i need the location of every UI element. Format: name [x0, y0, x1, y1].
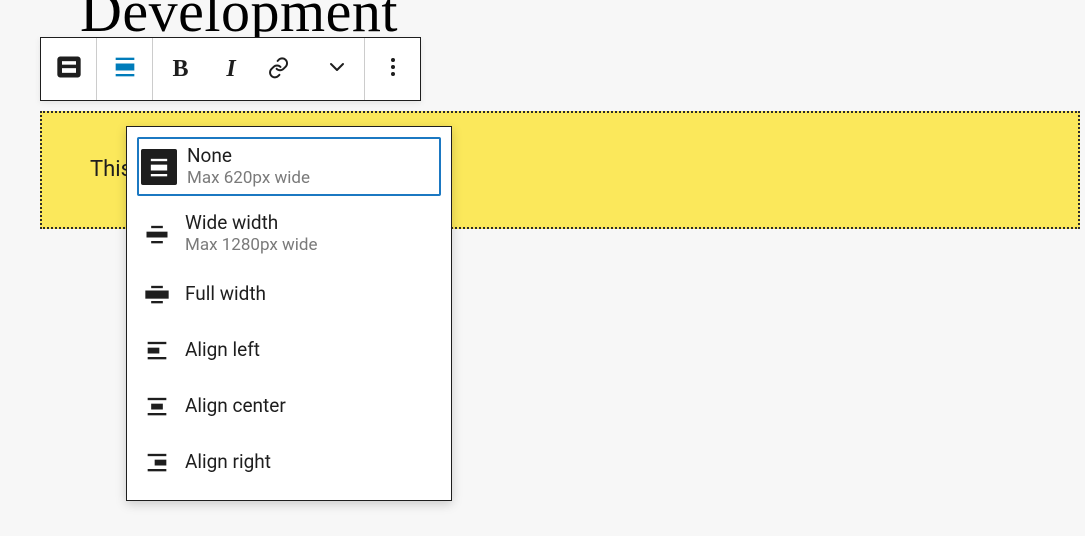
- align-wide-icon: [139, 216, 175, 252]
- align-option-label: Align left: [185, 339, 260, 361]
- bold-button[interactable]: B: [153, 38, 208, 100]
- align-option-label: Align center: [185, 395, 286, 417]
- toolbar-group-block-type: [41, 38, 97, 100]
- link-button[interactable]: [254, 38, 309, 100]
- align-option-right[interactable]: Align right: [127, 434, 451, 490]
- align-option-desc: Max 620px wide: [187, 169, 310, 189]
- chevron-down-icon: [325, 55, 349, 83]
- align-center-icon: [139, 388, 175, 424]
- align-option-label: Full width: [185, 283, 266, 305]
- link-icon: [269, 54, 295, 84]
- align-option-none[interactable]: None Max 620px wide: [137, 137, 441, 196]
- align-right-icon: [139, 444, 175, 480]
- align-option-left[interactable]: Align left: [127, 322, 451, 378]
- align-option-wide[interactable]: Wide width Max 1280px wide: [127, 202, 451, 265]
- more-options-button[interactable]: [365, 38, 420, 100]
- align-option-full[interactable]: Full width: [127, 266, 451, 322]
- more-vertical-icon: [381, 55, 405, 83]
- align-none-boxed-icon: [141, 149, 177, 185]
- align-button[interactable]: [97, 38, 152, 100]
- align-dropdown: None Max 620px wide Wide width Max 1280p…: [126, 126, 452, 501]
- align-option-center[interactable]: Align center: [127, 378, 451, 434]
- toolbar-group-format: B I: [153, 38, 365, 100]
- toolbar-group-more: [365, 38, 420, 100]
- toolbar-group-align: [97, 38, 153, 100]
- align-left-icon: [139, 332, 175, 368]
- align-option-label: None: [187, 145, 310, 167]
- more-rich-text-button[interactable]: [309, 38, 364, 100]
- block-toolbar: B I: [40, 37, 421, 101]
- italic-button[interactable]: I: [208, 38, 254, 100]
- align-full-icon: [139, 276, 175, 312]
- group-block-icon: [55, 53, 83, 85]
- align-none-icon: [111, 53, 139, 85]
- block-type-button[interactable]: [41, 38, 96, 100]
- align-option-label: Wide width: [185, 212, 318, 234]
- align-option-label: Align right: [185, 451, 271, 473]
- align-option-desc: Max 1280px wide: [185, 236, 318, 256]
